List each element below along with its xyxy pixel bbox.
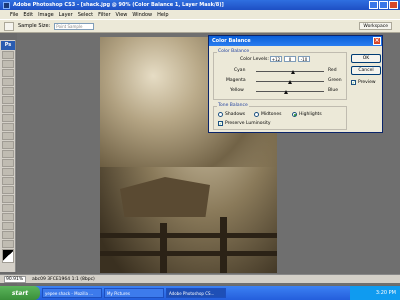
cancel-button[interactable]: Cancel	[351, 66, 381, 75]
slider-cyan-label: Cyan	[234, 68, 246, 73]
taskbar-item-my-pictures[interactable]: My Pictures	[104, 288, 164, 298]
eyedropper-tool-icon[interactable]	[2, 222, 14, 230]
cyan-red-slider-thumb[interactable]	[291, 70, 295, 74]
slider-blue-label: Blue	[328, 88, 338, 93]
preserve-luminosity-checkbox[interactable]: ✓	[218, 121, 223, 126]
slider-green-label: Green	[328, 78, 342, 83]
menu-view[interactable]: View	[116, 12, 128, 18]
system-tray: 3:20 PM	[350, 286, 400, 300]
menu-layer[interactable]: Layer	[59, 12, 73, 18]
color-balance-legend: Color Balance	[217, 49, 251, 54]
crop-tool-icon[interactable]	[2, 87, 14, 95]
slider-magenta-label: Magenta	[226, 78, 246, 83]
eraser-tool-icon[interactable]	[2, 141, 14, 149]
zoom-level-field[interactable]: 90.91%	[4, 275, 26, 283]
maximize-button[interactable]	[379, 1, 388, 9]
hand-tool-icon[interactable]	[2, 231, 14, 239]
shack-building	[120, 177, 210, 217]
move-tool-icon[interactable]	[2, 51, 14, 59]
level-magenta-green-input[interactable]: 0	[284, 56, 296, 62]
slider-yellow-label: Yellow	[230, 88, 244, 93]
window-controls	[369, 1, 398, 9]
ok-button[interactable]: OK	[351, 54, 381, 63]
color-balance-group: Color Balance Color Levels: +12 0 -10 Cy…	[213, 49, 347, 100]
menu-window[interactable]: Window	[132, 12, 152, 18]
sample-size-label: Sample Size:	[18, 23, 51, 29]
yellow-blue-slider-thumb[interactable]	[284, 90, 288, 94]
color-levels-label: Color Levels:	[240, 57, 269, 62]
highlights-radio[interactable]	[292, 112, 297, 117]
menu-select[interactable]: Select	[78, 12, 93, 18]
options-bar: Sample Size: Point Sample	[0, 19, 400, 33]
magenta-green-slider-thumb[interactable]	[288, 80, 292, 84]
gradient-tool-icon[interactable]	[2, 150, 14, 158]
taskbar-item-mozilla[interactable]: yepee shack - Mozilla ...	[42, 288, 102, 298]
midtones-label: Midtones	[261, 112, 282, 117]
path-selection-tool-icon[interactable]	[2, 195, 14, 203]
clone-stamp-tool-icon[interactable]	[2, 123, 14, 131]
menu-file[interactable]: File	[10, 12, 18, 18]
level-yellow-blue-input[interactable]: -10	[298, 56, 310, 62]
title-bar: Adobe Photoshop CS3 - [shack.jpg @ 90% (…	[0, 0, 400, 10]
slice-tool-icon[interactable]	[2, 96, 14, 104]
ps-logo-icon: Ps	[1, 41, 15, 50]
dialog-title-bar[interactable]: Color Balance ×	[209, 36, 382, 46]
tone-balance-legend: Tone Balance	[217, 103, 249, 108]
level-cyan-red-input[interactable]: +12	[270, 56, 282, 62]
menu-help[interactable]: Help	[157, 12, 168, 18]
midtones-radio[interactable]	[254, 112, 259, 117]
document-info[interactable]: abc09 3FCE1964 1:1 (8bpc)	[32, 277, 95, 282]
shadows-radio[interactable]	[218, 112, 223, 117]
minimize-button[interactable]	[369, 1, 378, 9]
brush-tool-icon[interactable]	[2, 114, 14, 122]
yellow-blue-track[interactable]	[256, 91, 324, 92]
menu-image[interactable]: Image	[38, 12, 54, 18]
eyedropper-tool-preset[interactable]	[4, 21, 14, 31]
magic-wand-tool-icon[interactable]	[2, 78, 14, 86]
lasso-tool-icon[interactable]	[2, 69, 14, 77]
notes-tool-icon[interactable]	[2, 213, 14, 221]
taskbar-item-photoshop[interactable]: Adobe Photoshop CS...	[166, 288, 226, 298]
menu-edit[interactable]: Edit	[23, 12, 33, 18]
workspace-button[interactable]: Workspace	[359, 22, 392, 30]
blur-tool-icon[interactable]	[2, 159, 14, 167]
cyan-red-track[interactable]	[256, 71, 324, 72]
preview-checkbox[interactable]: ✓	[351, 80, 356, 85]
sample-size-select[interactable]: Point Sample	[54, 22, 95, 30]
close-window-button[interactable]	[389, 1, 398, 9]
pen-tool-icon[interactable]	[2, 177, 14, 185]
start-button[interactable]: start	[0, 286, 40, 300]
fence-post	[220, 217, 227, 273]
clock[interactable]: 3:20 PM	[376, 290, 396, 296]
healing-brush-tool-icon[interactable]	[2, 105, 14, 113]
zoom-tool-icon[interactable]	[2, 240, 14, 248]
color-balance-dialog: Color Balance × Color Balance Color Leve…	[208, 35, 383, 133]
fence-rail-bottom	[100, 251, 277, 256]
dodge-tool-icon[interactable]	[2, 168, 14, 176]
type-tool-icon[interactable]	[2, 186, 14, 194]
preview-label: Preview	[358, 80, 376, 85]
color-swatches-icon[interactable]	[2, 249, 14, 263]
menu-filter[interactable]: Filter	[98, 12, 110, 18]
dialog-close-icon[interactable]: ×	[373, 37, 381, 45]
highlights-label: Highlights	[299, 112, 322, 117]
shadows-label: Shadows	[225, 112, 246, 117]
tone-balance-group: Tone Balance Shadows Midtones Highlights…	[213, 103, 347, 130]
shape-tool-icon[interactable]	[2, 204, 14, 212]
fence-rail-top	[100, 233, 277, 238]
dialog-title: Color Balance	[212, 38, 251, 44]
slider-red-label: Red	[328, 68, 337, 73]
window-title: Adobe Photoshop CS3 - [shack.jpg @ 90% (…	[13, 2, 224, 8]
toolbox: Ps	[0, 40, 16, 272]
status-bar: 90.91% abc09 3FCE1964 1:1 (8bpc)	[0, 274, 400, 283]
menu-bar: File Edit Image Layer Select Filter View…	[0, 10, 400, 19]
windows-taskbar: start yepee shack - Mozilla ... My Pictu…	[0, 286, 400, 300]
preserve-luminosity-label: Preserve Luminosity	[225, 121, 271, 126]
history-brush-tool-icon[interactable]	[2, 132, 14, 140]
marquee-tool-icon[interactable]	[2, 60, 14, 68]
fence-post	[160, 223, 167, 273]
photoshop-app-icon	[3, 1, 10, 9]
